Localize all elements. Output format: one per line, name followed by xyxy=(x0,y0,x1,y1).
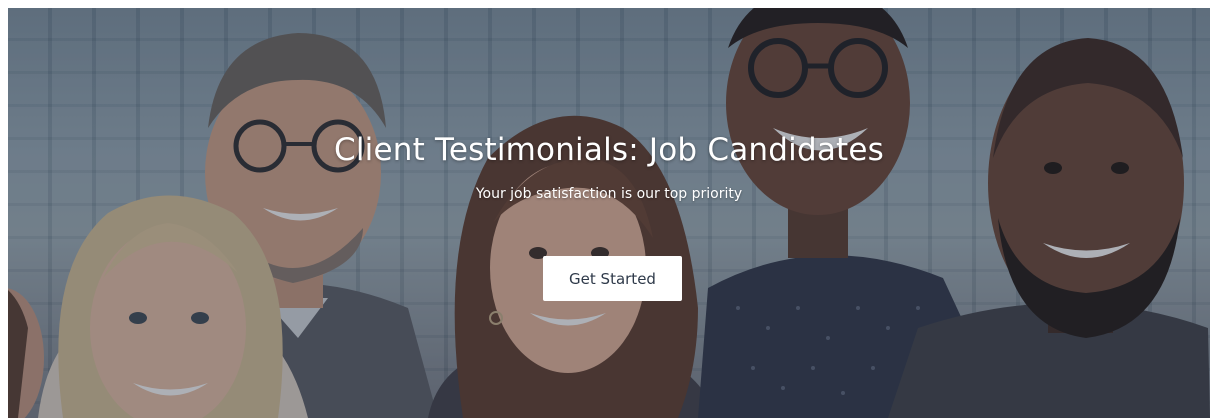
page: Client Testimonials: Job Candidates Your… xyxy=(0,0,1210,418)
hero-subtitle: Your job satisfaction is our top priorit… xyxy=(475,186,743,202)
hero-content: Client Testimonials: Job Candidates Your… xyxy=(8,8,1210,418)
hero-banner: Client Testimonials: Job Candidates Your… xyxy=(8,8,1210,418)
get-started-button[interactable]: Get Started xyxy=(543,256,682,301)
hero-title: Client Testimonials: Job Candidates xyxy=(333,132,884,168)
